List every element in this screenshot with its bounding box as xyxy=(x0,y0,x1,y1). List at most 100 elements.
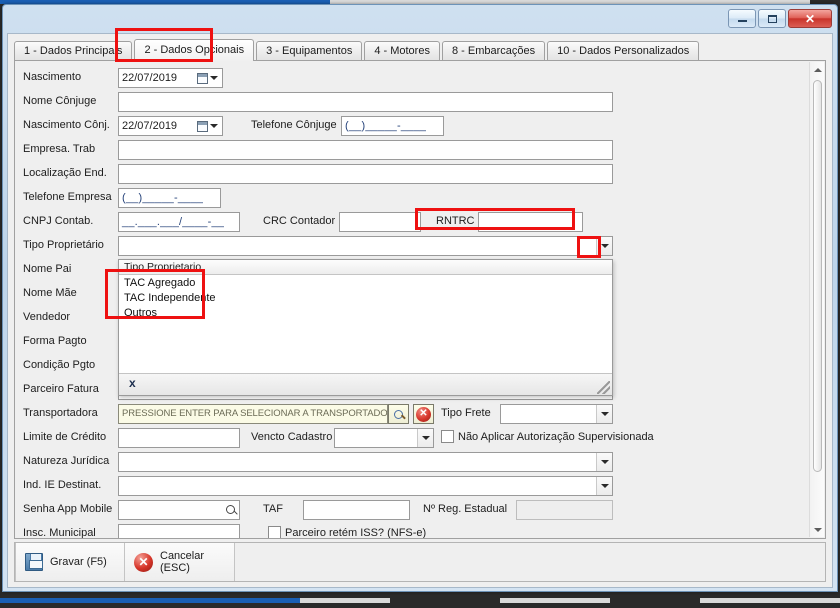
label-senha-app-mobile: Senha App Mobile xyxy=(23,503,113,515)
label-telefone-conjuge: Telefone Cônjuge xyxy=(251,119,337,131)
insc-municipal-input[interactable] xyxy=(118,524,240,538)
nascimento-value: 22/07/2019 xyxy=(122,72,178,84)
minimize-icon xyxy=(737,20,747,22)
cnpj-contab-input[interactable]: __.___.___/____-__ xyxy=(118,212,240,232)
chevron-down-icon xyxy=(813,527,822,532)
tipo-frete-combobox[interactable] xyxy=(500,404,613,424)
tab-strip: 1 - Dados Principais 2 - Dados Opcionais… xyxy=(14,39,826,61)
tipo-proprietario-dropdown-panel[interactable]: Tipo Proprietario TAC Agregado TAC Indep… xyxy=(118,259,613,396)
tab-embarcacoes[interactable]: 8 - Embarcações xyxy=(441,41,546,61)
label-tipo-frete: Tipo Frete xyxy=(441,407,491,419)
localizacao-end-input[interactable] xyxy=(118,164,613,184)
tab-dados-principais[interactable]: 1 - Dados Principais xyxy=(14,41,133,61)
scrollbar-thumb[interactable] xyxy=(813,80,822,472)
natureza-juridica-combobox[interactable] xyxy=(118,452,613,472)
nascimento-conj-value: 22/07/2019 xyxy=(122,120,178,132)
tab-equipamentos[interactable]: 3 - Equipamentos xyxy=(256,41,363,61)
form-panel: Nascimento 22/07/2019 Nome Cônjuge Nasci… xyxy=(14,60,826,539)
row-empresa-trab: Empresa. Trab xyxy=(23,140,805,162)
natureza-juridica-dropdown-button[interactable] xyxy=(596,453,612,471)
chevron-up-icon xyxy=(813,67,822,72)
taskbar-strip-left xyxy=(0,598,300,603)
row-nome-conjuge: Nome Cônjuge xyxy=(23,92,805,114)
row-natureza-juridica: Natureza Jurídica xyxy=(23,452,805,474)
taf-input[interactable] xyxy=(303,500,410,520)
tipo-proprietario-combobox[interactable] xyxy=(118,236,613,256)
maximize-button[interactable] xyxy=(758,9,786,28)
tab-dados-personalizados[interactable]: 10 - Dados Personalizados xyxy=(547,41,700,61)
label-telefone-empresa: Telefone Empresa xyxy=(23,191,112,203)
rntrc-input[interactable] xyxy=(478,212,583,232)
dropdown-option[interactable]: TAC Agregado xyxy=(119,276,612,291)
telefone-empresa-input[interactable]: (__)_____-____ xyxy=(118,188,221,208)
window-titlebar: ✕ xyxy=(3,5,837,35)
search-icon xyxy=(394,409,403,419)
scroll-down-button[interactable] xyxy=(810,522,825,537)
form-vertical-scrollbar[interactable] xyxy=(809,62,824,537)
dropdown-option[interactable]: TAC Independente xyxy=(119,291,612,306)
chevron-down-icon xyxy=(600,244,609,248)
label-vencto-cadastro: Vencto Cadastro xyxy=(251,431,333,443)
ind-ie-destinat-dropdown-button[interactable] xyxy=(596,477,612,495)
minimize-button[interactable] xyxy=(728,9,756,28)
save-button[interactable]: Gravar (F5) xyxy=(15,543,125,581)
limite-credito-input[interactable] xyxy=(118,428,240,448)
taskbar-strip-1 xyxy=(300,598,390,603)
tipo-proprietario-dropdown-button[interactable] xyxy=(596,237,612,255)
tab-label: 4 - Motores xyxy=(374,45,430,57)
scroll-up-button[interactable] xyxy=(810,62,825,77)
nascimento-datepicker[interactable]: 22/07/2019 xyxy=(118,68,223,88)
cancel-button[interactable]: ✕ Cancelar (ESC) xyxy=(125,543,235,581)
tab-label: 3 - Equipamentos xyxy=(266,45,353,57)
resize-grip-icon[interactable] xyxy=(597,381,610,394)
tab-motores[interactable]: 4 - Motores xyxy=(364,41,440,61)
taskbar-strip-2 xyxy=(500,598,610,603)
tab-label: 8 - Embarcações xyxy=(451,45,536,57)
dropdown-header: Tipo Proprietario xyxy=(119,260,612,275)
chevron-down-icon xyxy=(600,484,609,488)
dropdown-option[interactable]: Outros xyxy=(119,306,612,321)
close-icon: ✕ xyxy=(804,11,816,26)
tab-label: 1 - Dados Principais xyxy=(24,45,123,57)
transportadora-clear-button[interactable]: ✕ xyxy=(413,404,434,424)
row-telefone-empresa: Telefone Empresa (__)_____-____ xyxy=(23,188,805,210)
vencto-cadastro-dropdown-button[interactable] xyxy=(417,429,433,447)
tipo-frete-dropdown-button[interactable] xyxy=(596,405,612,423)
close-button[interactable]: ✕ xyxy=(788,9,832,28)
telefone-conjuge-input[interactable]: (__)_____-____ xyxy=(341,116,444,136)
empresa-trab-input[interactable] xyxy=(118,140,613,160)
nao-aplicar-autorizacao-checkbox[interactable] xyxy=(441,430,454,443)
label-localizacao-end: Localização End. xyxy=(23,167,107,179)
label-limite-credito: Limite de Crédito xyxy=(23,431,107,443)
transportadora-input[interactable]: PRESSIONE ENTER PARA SELECIONAR A TRANSP… xyxy=(118,404,388,424)
save-icon xyxy=(25,553,43,571)
row-nascimento-conj: Nascimento Cônj. 22/07/2019 Telefone Côn… xyxy=(23,116,805,138)
tab-dados-opcionais[interactable]: 2 - Dados Opcionais xyxy=(134,39,255,61)
label-natureza-juridica: Natureza Jurídica xyxy=(23,455,110,467)
label-crc-contador: CRC Contador xyxy=(263,215,336,227)
senha-app-mobile-input[interactable] xyxy=(118,500,240,520)
chevron-down-icon xyxy=(600,412,609,416)
label-ind-ie-destinat: Ind. IE Destinat. xyxy=(23,479,102,491)
transportadora-search-button[interactable] xyxy=(388,404,409,424)
tab-label: 2 - Dados Opcionais xyxy=(144,44,245,56)
parceiro-retem-iss-checkbox[interactable] xyxy=(268,526,281,538)
ind-ie-destinat-combobox[interactable] xyxy=(118,476,613,496)
label-nome-mae: Nome Mãe xyxy=(23,287,77,299)
label-nascimento-conj: Nascimento Cônj. xyxy=(23,119,110,131)
n-reg-estadual-input xyxy=(516,500,613,520)
action-bar: Gravar (F5) ✕ Cancelar (ESC) xyxy=(14,542,826,582)
nascimento-conj-datepicker[interactable]: 22/07/2019 xyxy=(118,116,223,136)
close-icon[interactable]: x xyxy=(129,377,136,389)
dropdown-option-list[interactable]: TAC Agregado TAC Independente Outros xyxy=(119,276,612,372)
nome-conjuge-input[interactable] xyxy=(118,92,613,112)
row-tipo-proprietario: Tipo Proprietário xyxy=(23,236,805,258)
search-icon[interactable] xyxy=(226,505,235,514)
dropdown-footer: x xyxy=(119,373,612,395)
label-parceiro-fatura: Parceiro Fatura xyxy=(23,383,99,395)
row-cnpj-contab: CNPJ Contab. __.___.___/____-__ CRC Cont… xyxy=(23,212,805,234)
label-forma-pagto: Forma Pagto xyxy=(23,335,87,347)
vencto-cadastro-combobox[interactable] xyxy=(334,428,434,448)
crc-contador-input[interactable] xyxy=(339,212,421,232)
label-nascimento: Nascimento xyxy=(23,71,82,83)
